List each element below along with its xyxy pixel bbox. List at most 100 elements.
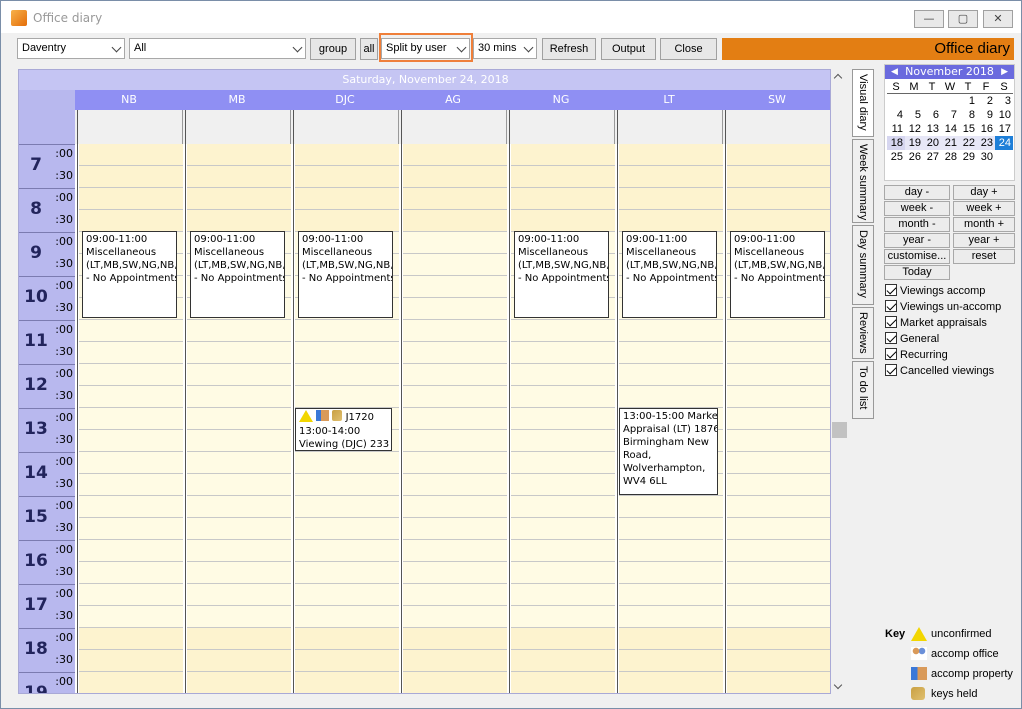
time-slot[interactable] [619, 210, 723, 232]
calendar-day[interactable]: 3 [995, 94, 1013, 108]
time-slot[interactable] [79, 364, 183, 386]
calendar-day[interactable]: 11 [887, 122, 905, 136]
time-slot[interactable] [403, 430, 507, 452]
tab-visual-diary[interactable]: Visual diary [852, 69, 874, 137]
appointment-miscellaneous[interactable]: 09:00-11:00 Miscellaneous (LT,MB,SW,NG,NB,… [514, 231, 609, 318]
time-slot[interactable] [295, 188, 399, 210]
time-slot[interactable] [511, 452, 615, 474]
time-slot[interactable] [79, 430, 183, 452]
time-slot[interactable] [79, 628, 183, 650]
time-slot[interactable] [619, 320, 723, 342]
calendar-day[interactable]: 19 [905, 136, 923, 150]
time-slot[interactable] [295, 210, 399, 232]
time-slot[interactable] [295, 672, 399, 693]
time-slot[interactable] [511, 496, 615, 518]
calendar-day[interactable]: 1 [959, 94, 977, 108]
time-slot[interactable] [727, 606, 830, 628]
time-slot[interactable] [79, 540, 183, 562]
time-slot[interactable] [187, 540, 291, 562]
time-slot[interactable] [727, 584, 830, 606]
calendar-day[interactable]: 14 [941, 122, 959, 136]
time-slot[interactable] [295, 540, 399, 562]
month-plus-button[interactable]: month + [953, 217, 1015, 232]
time-slot[interactable] [403, 606, 507, 628]
time-slot[interactable] [187, 474, 291, 496]
time-slot[interactable] [79, 606, 183, 628]
time-slot[interactable] [403, 320, 507, 342]
calendar-day[interactable]: 26 [905, 150, 923, 164]
time-slot[interactable] [79, 320, 183, 342]
time-slot[interactable] [619, 584, 723, 606]
time-slot[interactable] [727, 386, 830, 408]
time-slot[interactable] [79, 342, 183, 364]
tab-reviews[interactable]: Reviews [852, 307, 874, 359]
time-slot[interactable] [727, 650, 830, 672]
time-slot[interactable] [727, 320, 830, 342]
minimize-button[interactable]: — [914, 10, 944, 28]
time-slot[interactable] [187, 166, 291, 188]
time-slot[interactable] [619, 650, 723, 672]
time-slot[interactable] [403, 584, 507, 606]
time-slot[interactable] [619, 166, 723, 188]
year-plus-button[interactable]: year + [953, 233, 1015, 248]
time-slot[interactable] [619, 342, 723, 364]
time-slot[interactable] [403, 166, 507, 188]
appointment-miscellaneous[interactable]: 09:00-11:00 Miscellaneous (LT,MB,SW,NG,NB,… [730, 231, 825, 318]
all-day-cell[interactable] [615, 110, 723, 144]
checkbox-checked-icon[interactable] [885, 364, 897, 376]
time-slot[interactable] [403, 650, 507, 672]
time-slot[interactable] [619, 188, 723, 210]
time-slot[interactable] [187, 606, 291, 628]
calendar-day[interactable]: 7 [941, 108, 959, 122]
calendar-day[interactable]: 9 [977, 108, 995, 122]
time-slot[interactable] [727, 672, 830, 693]
today-button[interactable]: Today [884, 265, 950, 280]
calendar-day[interactable]: 10 [995, 108, 1013, 122]
filter-viewings-unaccomp[interactable]: Viewings un-accomp [885, 300, 1001, 315]
time-slot[interactable] [727, 562, 830, 584]
time-slot[interactable] [79, 518, 183, 540]
time-slot[interactable] [79, 474, 183, 496]
output-button[interactable]: Output [601, 38, 656, 60]
time-slot[interactable] [619, 386, 723, 408]
time-slot[interactable] [511, 166, 615, 188]
time-slot[interactable] [727, 430, 830, 452]
time-slot[interactable] [295, 562, 399, 584]
scroll-down-icon[interactable] [833, 680, 843, 690]
calendar-day[interactable]: 23 [977, 136, 995, 150]
filter-select[interactable]: All [129, 38, 306, 59]
time-slot[interactable] [511, 584, 615, 606]
time-slot[interactable] [727, 144, 830, 166]
calendar-day[interactable]: 29 [959, 150, 977, 164]
appointment-viewing[interactable]: J1720 13:00-14:00 Viewing (DJC) 233 [295, 408, 392, 451]
all-button[interactable]: all [360, 38, 378, 60]
time-slot[interactable] [295, 474, 399, 496]
time-slot[interactable] [511, 188, 615, 210]
time-slot[interactable] [187, 452, 291, 474]
time-slot[interactable] [187, 342, 291, 364]
appointment-miscellaneous[interactable]: 09:00-11:00 Miscellaneous (LT,MB,SW,NG,NB,… [622, 231, 717, 318]
appointment-miscellaneous[interactable]: 09:00-11:00 Miscellaneous (LT,MB,SW,NG,NB,… [82, 231, 177, 318]
refresh-button[interactable]: Refresh [542, 38, 596, 60]
time-slot[interactable] [403, 386, 507, 408]
time-slot[interactable] [619, 364, 723, 386]
day-minus-button[interactable]: day - [884, 185, 950, 200]
appointment-miscellaneous[interactable]: 09:00-11:00 Miscellaneous (LT,MB,SW,NG,NB,… [190, 231, 285, 318]
time-slot[interactable] [403, 188, 507, 210]
time-slot[interactable] [511, 606, 615, 628]
time-slot[interactable] [511, 562, 615, 584]
time-slot[interactable] [727, 342, 830, 364]
time-slot[interactable] [727, 210, 830, 232]
time-slot[interactable] [79, 496, 183, 518]
time-slot[interactable] [187, 430, 291, 452]
all-day-cell[interactable] [75, 110, 183, 144]
time-slot[interactable] [187, 144, 291, 166]
time-slot[interactable] [619, 672, 723, 693]
time-slot[interactable] [295, 364, 399, 386]
appointment-market-appraisal[interactable]: 13:00-15:00 Market Appraisal (LT) 1876 Bir… [619, 408, 718, 495]
time-slot[interactable] [187, 496, 291, 518]
time-slot[interactable] [727, 408, 830, 430]
time-slot[interactable] [79, 408, 183, 430]
filter-cancelled-viewings[interactable]: Cancelled viewings [885, 364, 994, 379]
time-slot[interactable] [295, 452, 399, 474]
